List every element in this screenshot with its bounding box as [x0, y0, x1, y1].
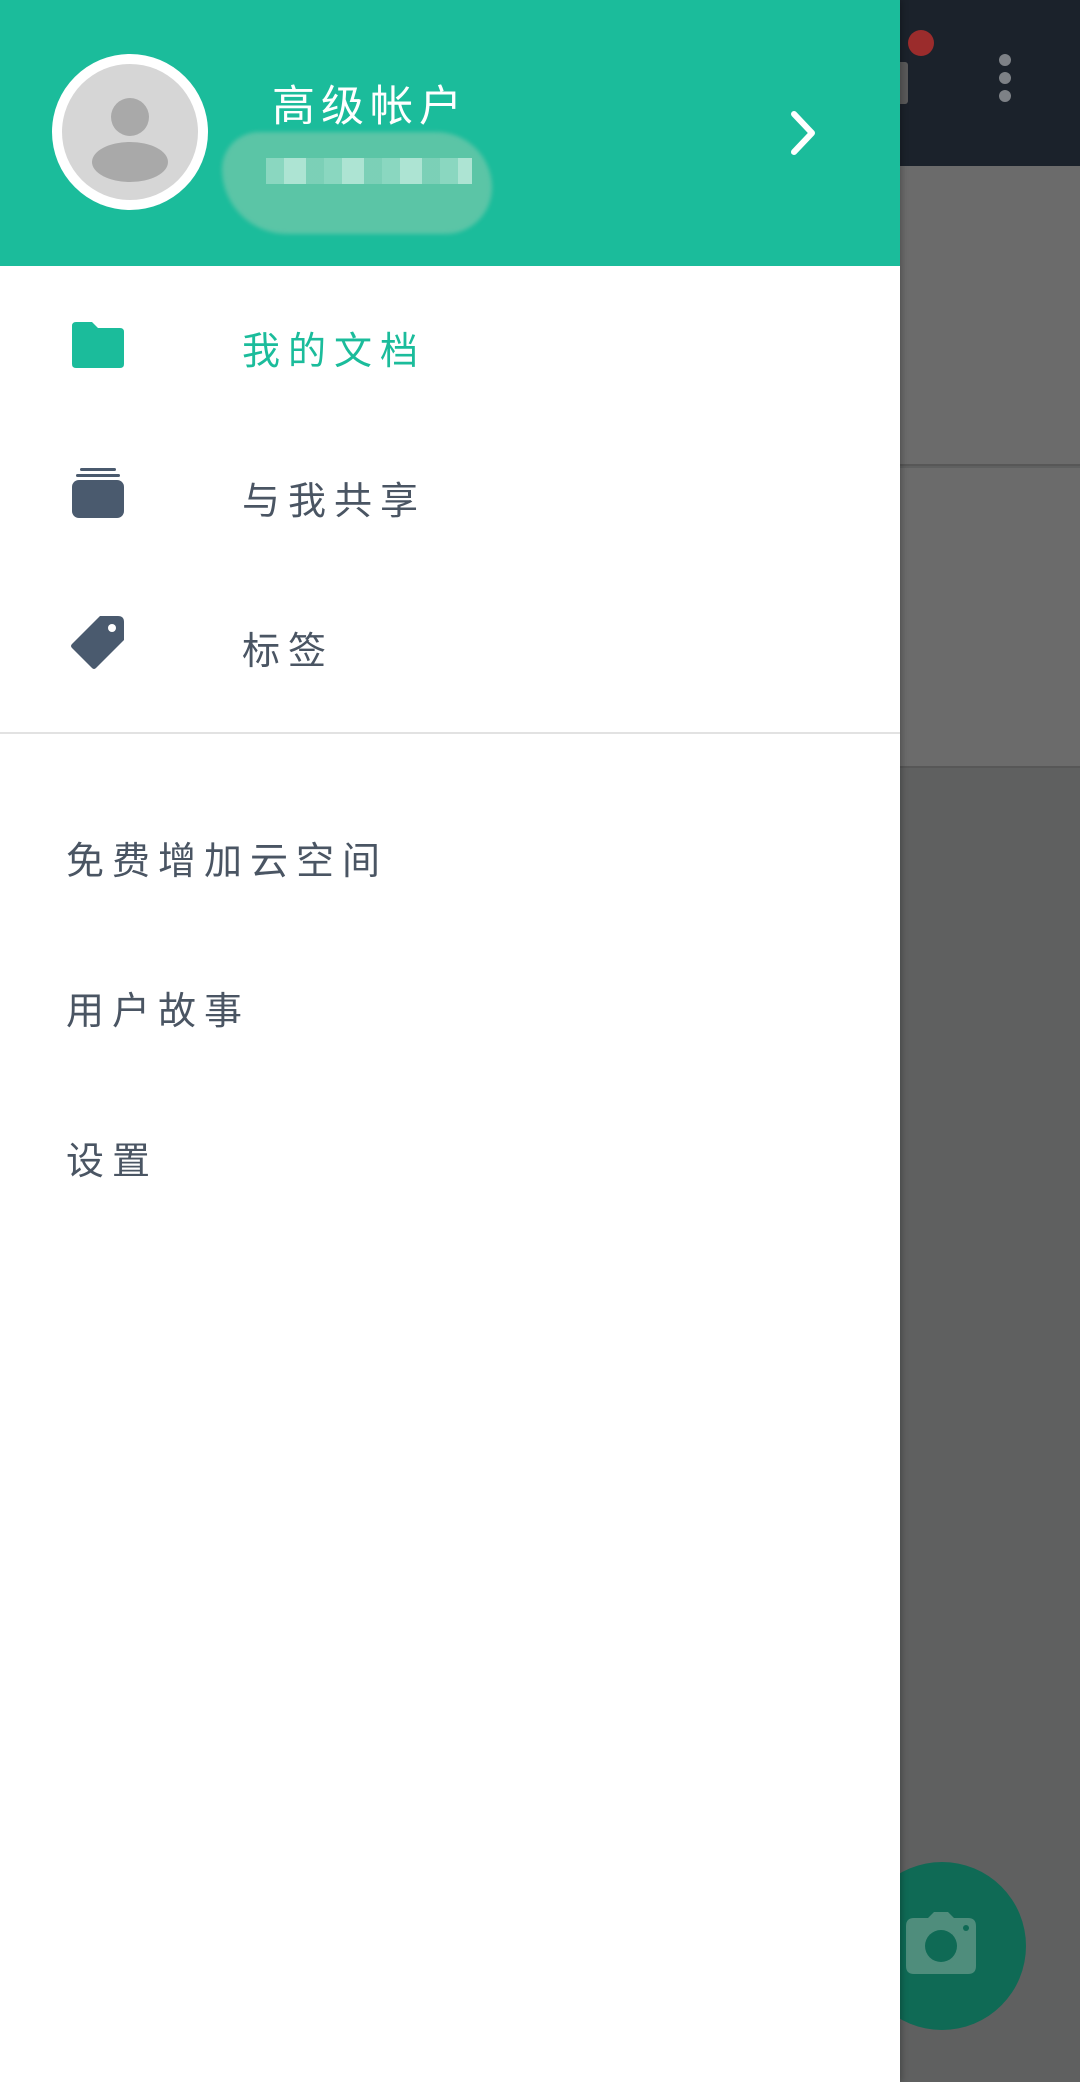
- chevron-right-icon[interactable]: [784, 108, 824, 158]
- menu-item-label: 标签: [242, 629, 335, 673]
- shared-stack-icon: [72, 468, 124, 518]
- menu-item-label: 设置: [66, 1139, 159, 1183]
- avatar[interactable]: [52, 54, 208, 210]
- menu-item-my-documents[interactable]: 我的文档: [0, 272, 900, 422]
- navigation-drawer: 高级帐户 我的文档 与我共享 标签 免费增加云空间 用户故事 设置: [0, 0, 900, 2082]
- account-title: 高级帐户: [272, 82, 468, 132]
- avatar-placeholder-icon: [62, 64, 198, 200]
- menu-item-label: 与我共享: [242, 479, 427, 523]
- folder-icon: [72, 322, 124, 368]
- menu-item-shared-with-me[interactable]: 与我共享: [0, 422, 900, 572]
- tag-icon: [71, 616, 124, 669]
- menu-item-user-stories[interactable]: 用户故事: [0, 938, 900, 1088]
- menu-item-label: 用户故事: [66, 989, 251, 1033]
- more-vert-icon[interactable]: [990, 50, 1020, 110]
- divider: [0, 732, 900, 734]
- menu-item-settings[interactable]: 设置: [0, 1088, 900, 1238]
- menu-item-label: 免费增加云空间: [66, 839, 389, 883]
- menu-item-free-cloud-space[interactable]: 免费增加云空间: [0, 788, 900, 938]
- menu-item-tags[interactable]: 标签: [0, 572, 900, 722]
- menu-item-label: 我的文档: [242, 329, 427, 373]
- notification-dot-icon: [908, 30, 934, 56]
- account-email-redacted: [222, 132, 492, 234]
- account-header[interactable]: 高级帐户: [0, 0, 900, 266]
- camera-icon: [906, 1912, 976, 1974]
